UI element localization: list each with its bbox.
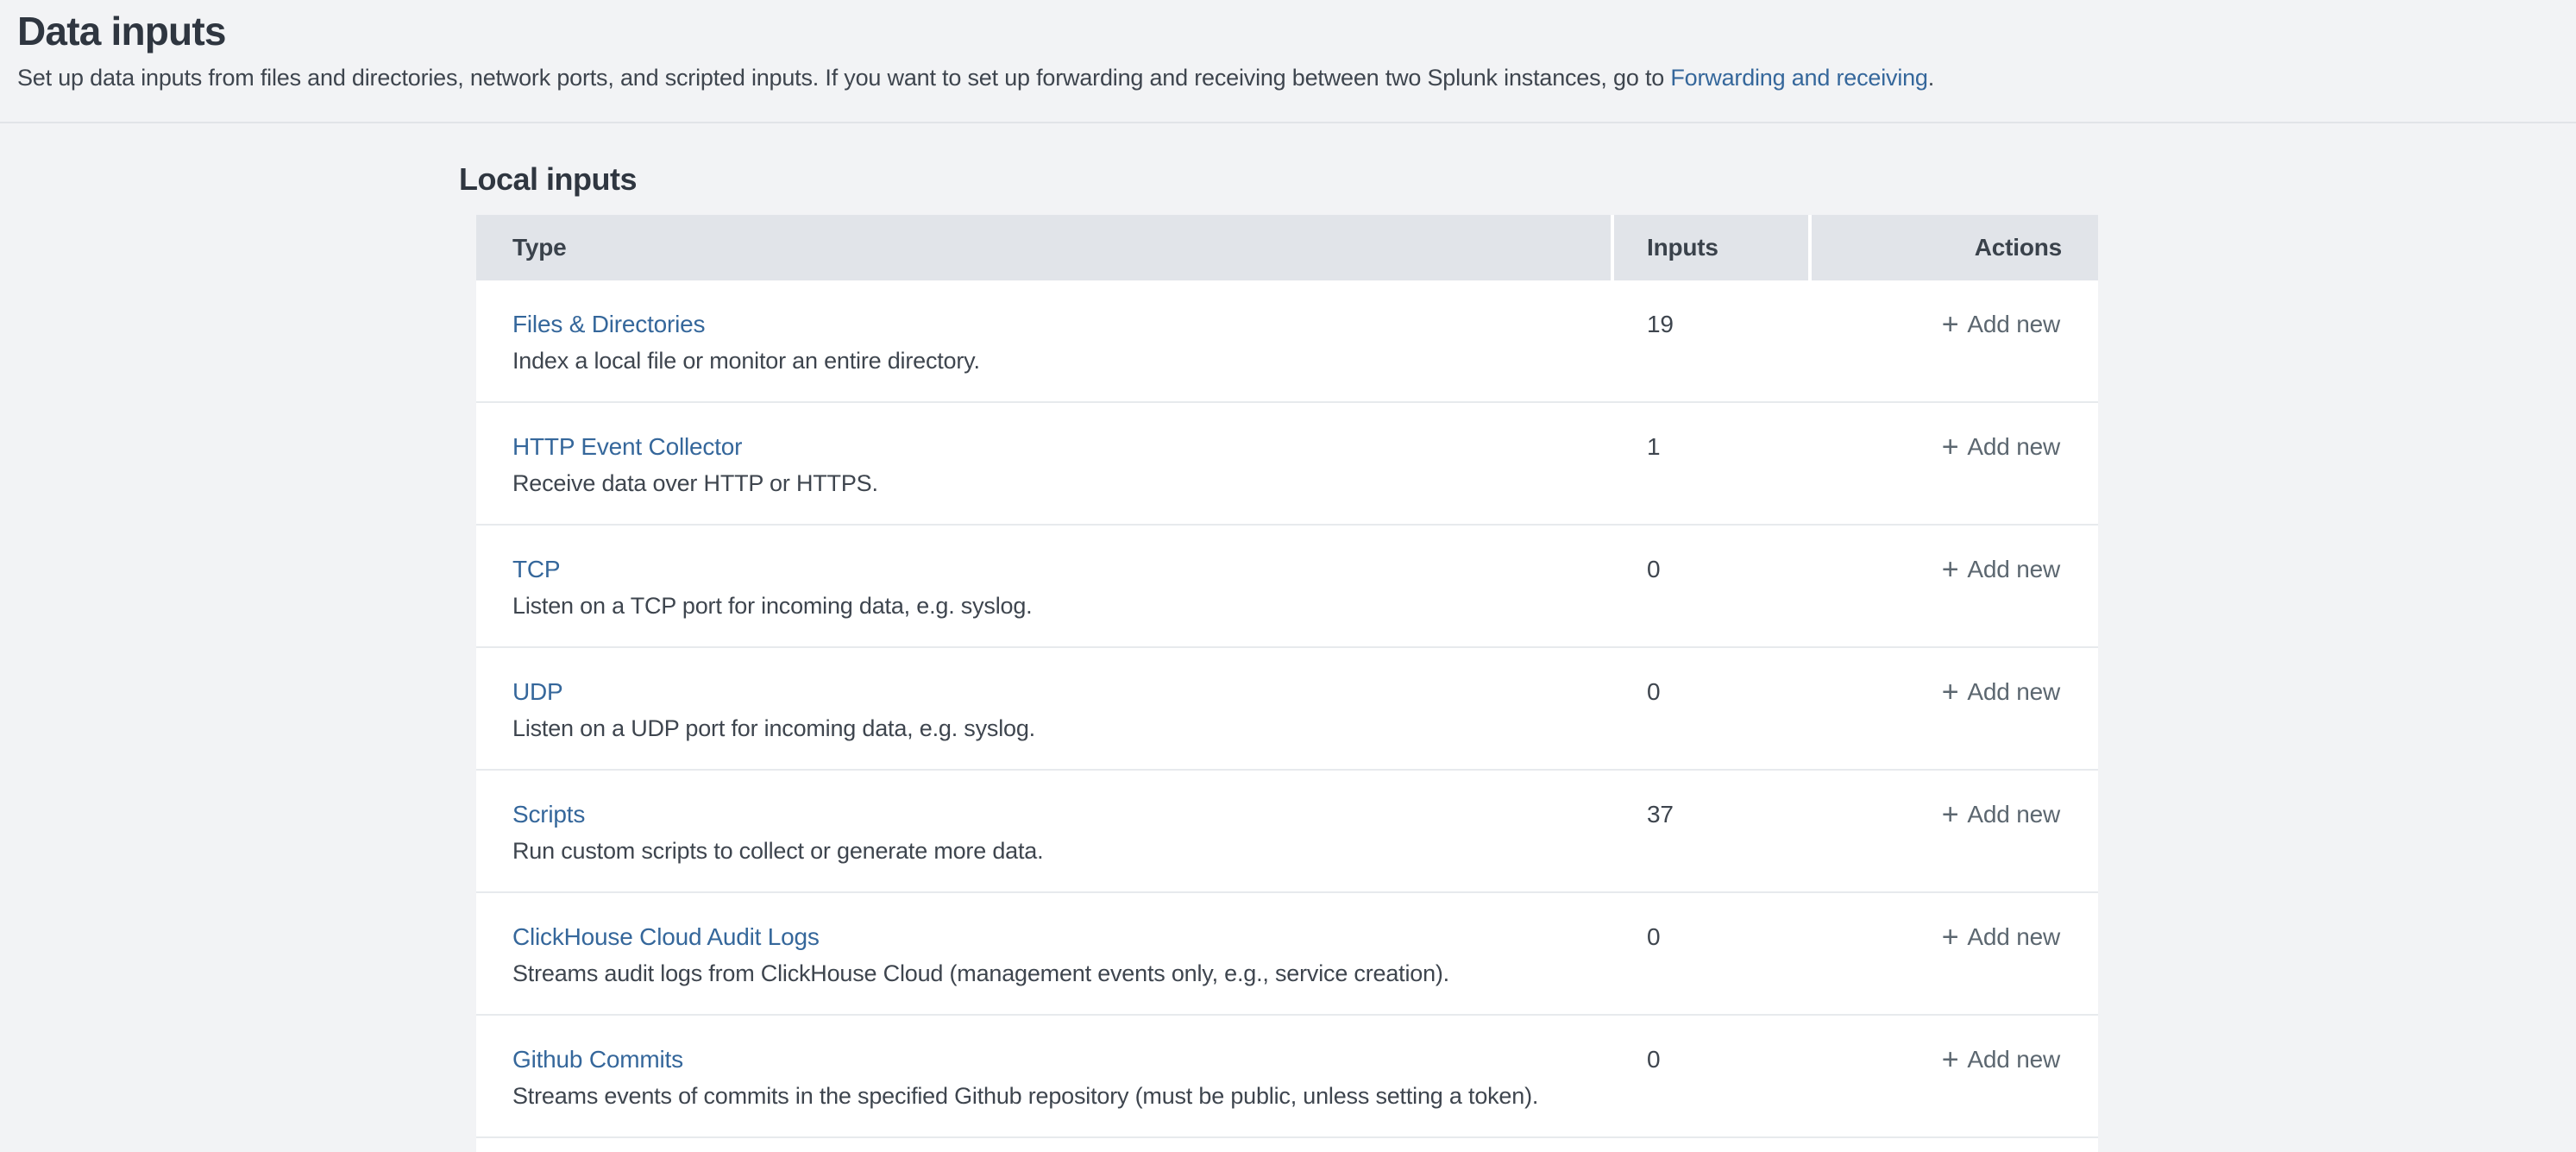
add-new-link[interactable]: + Add new [1942,799,2060,830]
actions-cell: + Add new [1812,799,2098,891]
column-header-inputs: Inputs [1614,215,1808,280]
add-new-label: Add new [1967,431,2060,463]
table-row: Github Commits Streams events of commits… [476,1016,2098,1138]
add-new-link[interactable]: + Add new [1942,1044,2060,1075]
table-row: HTTP Event Collector Receive data over H… [476,403,2098,526]
subtitle-text: Set up data inputs from files and direct… [17,65,1670,91]
type-cell: ClickHouse Cloud Audit Logs Streams audi… [476,922,1611,1014]
table-header-row: Type Inputs Actions [476,215,2098,280]
add-new-link[interactable]: + Add new [1942,554,2060,585]
inputs-count: 0 [1614,922,1808,1014]
table-row: UDP Listen on a UDP port for incoming da… [476,648,2098,771]
column-header-actions: Actions [1812,215,2098,280]
plus-icon: + [1942,555,1959,584]
add-new-label: Add new [1967,1044,2060,1075]
input-type-description: Listen on a UDP port for incoming data, … [512,713,1611,744]
plus-icon: + [1942,922,1959,952]
input-type-description: Streams events of commits in the specifi… [512,1080,1611,1111]
type-cell: Scripts Run custom scripts to collect or… [476,799,1611,891]
plus-icon: + [1942,800,1959,829]
input-type-description: Listen on a TCP port for incoming data, … [512,590,1611,621]
input-type-description: Index a local file or monitor an entire … [512,345,1611,376]
type-cell: HTTP Event Collector Receive data over H… [476,431,1611,524]
input-type-description: Streams audit logs from ClickHouse Cloud… [512,958,1611,989]
actions-cell: + Add new [1812,554,2098,646]
table-row: Files & Directories Index a local file o… [476,280,2098,403]
inputs-count: 0 [1614,1044,1808,1136]
add-new-label: Add new [1967,677,2060,708]
input-type-description: Run custom scripts to collect or generat… [512,835,1611,866]
actions-cell: + Add new [1812,1044,2098,1136]
type-cell: Github Commits Streams events of commits… [476,1044,1611,1136]
plus-icon: + [1942,1045,1959,1074]
page-header: Data inputs Set up data inputs from file… [0,0,2576,123]
inputs-count: 37 [1614,799,1808,891]
input-type-description: Receive data over HTTP or HTTPS. [512,468,1611,499]
input-type-link[interactable]: ClickHouse Cloud Audit Logs [512,923,820,950]
add-new-link[interactable]: + Add new [1942,677,2060,708]
input-type-link[interactable]: Scripts [512,801,585,828]
input-type-link[interactable]: TCP [512,556,560,582]
subtitle-period: . [1928,65,1934,91]
inputs-count: 1 [1614,431,1808,524]
next-row-partial [476,1138,2098,1152]
input-type-link[interactable]: UDP [512,678,563,705]
type-cell: Files & Directories Index a local file o… [476,309,1611,401]
inputs-count: 0 [1614,554,1808,646]
page-title: Data inputs [17,7,2550,55]
actions-cell: + Add new [1812,677,2098,769]
data-inputs-page: Data inputs Set up data inputs from file… [0,0,2576,1152]
plus-icon: + [1942,677,1959,707]
forwarding-and-receiving-link[interactable]: Forwarding and receiving [1670,65,1927,91]
add-new-link[interactable]: + Add new [1942,922,2060,953]
table-row: Scripts Run custom scripts to collect or… [476,771,2098,893]
add-new-label: Add new [1967,309,2060,340]
add-new-label: Add new [1967,554,2060,585]
add-new-label: Add new [1967,922,2060,953]
table-row: ClickHouse Cloud Audit Logs Streams audi… [476,893,2098,1016]
add-new-link[interactable]: + Add new [1942,431,2060,463]
input-type-link[interactable]: HTTP Event Collector [512,433,742,460]
type-cell: TCP Listen on a TCP port for incoming da… [476,554,1611,646]
plus-icon: + [1942,432,1959,462]
inputs-count: 19 [1614,309,1808,401]
section-heading-local-inputs: Local inputs [459,161,2576,198]
table-body: Files & Directories Index a local file o… [476,280,2098,1138]
actions-cell: + Add new [1812,431,2098,524]
plus-icon: + [1942,310,1959,339]
column-header-type: Type [476,215,1611,280]
type-cell: UDP Listen on a UDP port for incoming da… [476,677,1611,769]
local-inputs-table: Type Inputs Actions Files & Directories … [476,215,2098,1152]
page-subtitle: Set up data inputs from files and direct… [17,63,2550,92]
actions-cell: + Add new [1812,922,2098,1014]
input-type-link[interactable]: Files & Directories [512,311,705,337]
inputs-count: 0 [1614,677,1808,769]
table-row: TCP Listen on a TCP port for incoming da… [476,526,2098,648]
content-area: Local inputs Type Inputs Actions Files &… [0,123,2576,1152]
add-new-label: Add new [1967,799,2060,830]
actions-cell: + Add new [1812,309,2098,401]
input-type-link[interactable]: Github Commits [512,1046,683,1073]
add-new-link[interactable]: + Add new [1942,309,2060,340]
